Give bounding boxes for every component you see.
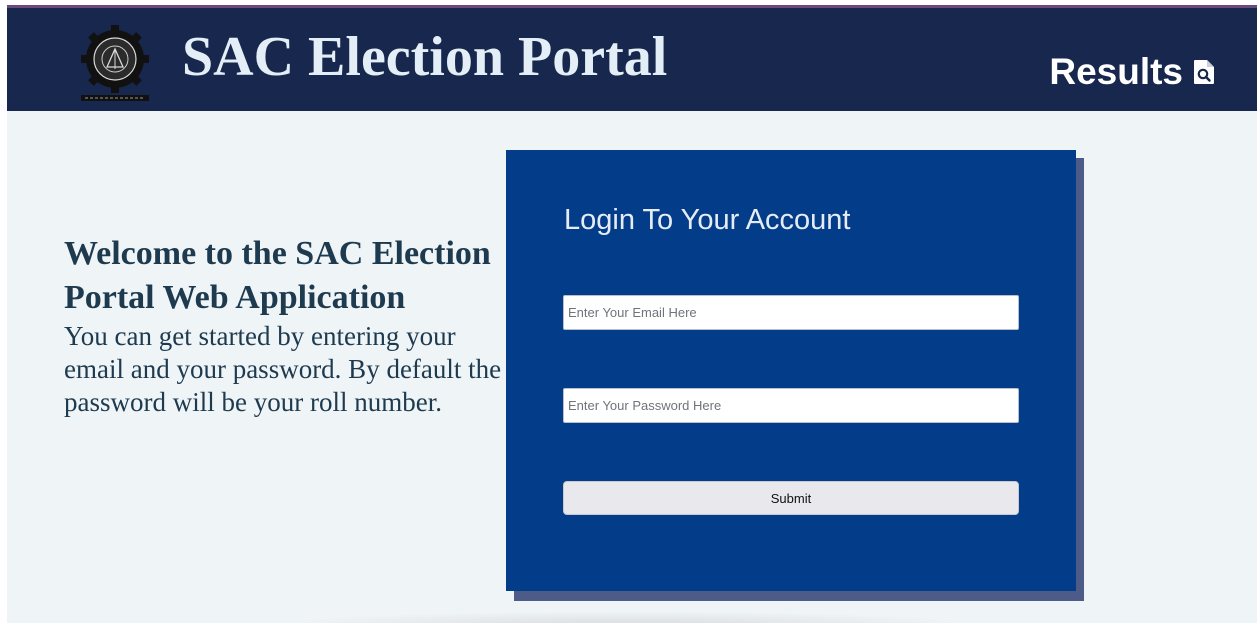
welcome-description: You can get started by entering your ema…: [64, 321, 502, 417]
bottom-shadow-decoration: [267, 611, 987, 623]
results-link-label: Results: [1049, 51, 1183, 92]
welcome-heading: Welcome to the SAC Election Portal Web A…: [64, 235, 491, 316]
page: SAC Election Portal Results Welcome to t…: [7, 5, 1257, 623]
results-link[interactable]: Results: [1049, 52, 1215, 92]
password-field[interactable]: [563, 388, 1019, 423]
file-search-icon: [1194, 60, 1214, 84]
welcome-section: Welcome to the SAC Election Portal Web A…: [64, 232, 504, 419]
login-title: Login To Your Account: [564, 204, 851, 236]
site-title: SAC Election Portal: [182, 26, 668, 88]
login-card: Login To Your Account Submit: [506, 150, 1076, 591]
email-field[interactable]: [563, 295, 1019, 330]
submit-button[interactable]: Submit: [563, 481, 1019, 515]
institute-emblem-icon: [81, 25, 149, 101]
site-header: SAC Election Portal Results: [7, 8, 1257, 111]
